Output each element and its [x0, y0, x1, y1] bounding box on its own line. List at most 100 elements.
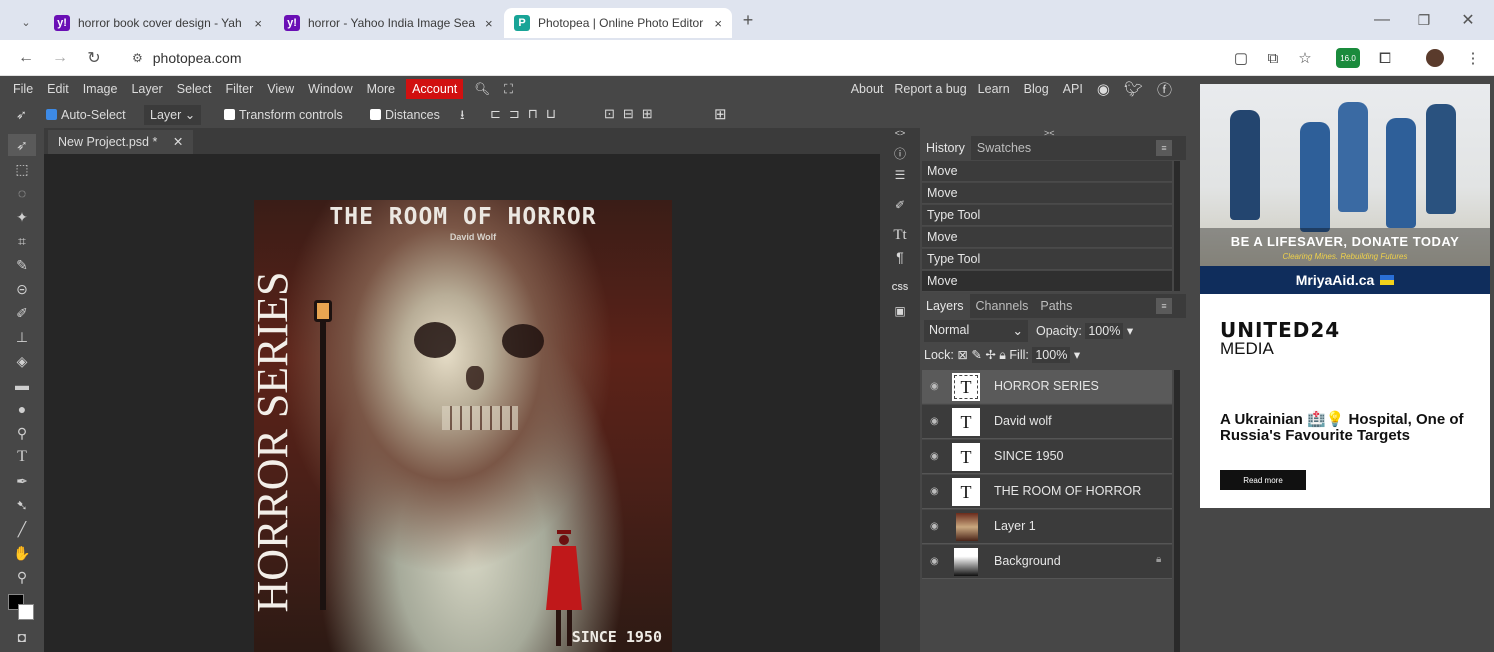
document-tab[interactable]: New Project.psd * ✕	[48, 130, 194, 154]
reload-icon[interactable]: ↻	[82, 46, 106, 70]
lock-all-icon[interactable]: 🔒︎	[999, 348, 1006, 362]
align-icons[interactable]: ⊏⊐⊓⊔	[490, 106, 564, 122]
layer-row[interactable]: ◉ T HORROR SERIES	[922, 370, 1172, 404]
lock-transparency-icon[interactable]: ⊠	[957, 348, 967, 362]
line-tool-icon[interactable]: ╱	[8, 518, 36, 540]
close-tab-icon[interactable]: ×	[475, 16, 493, 31]
facebook-icon[interactable]: ⓕ	[1150, 79, 1186, 100]
lock-position-icon[interactable]: ✢	[985, 348, 995, 362]
distances-checkbox[interactable]: Distances	[370, 108, 440, 122]
opacity-value[interactable]: 100%	[1085, 323, 1124, 339]
auto-select-checkbox[interactable]: Auto-Select	[46, 108, 126, 122]
browser-tab-3-active[interactable]: P Photopea | Online Photo Editor ×	[504, 8, 732, 38]
menu-view[interactable]: View	[260, 82, 301, 96]
menu-select[interactable]: Select	[170, 82, 219, 96]
move-tool-icon[interactable]: ➶	[8, 134, 36, 156]
opacity-control[interactable]: Opacity: 100% ▾	[1036, 323, 1133, 339]
menu-image[interactable]: Image	[76, 82, 125, 96]
back-arrow-icon[interactable]: ←	[14, 46, 38, 70]
extensions-puzzle-icon[interactable]: ⧠	[1374, 48, 1396, 68]
auto-select-mode-dropdown[interactable]: Layer ⌄	[144, 105, 202, 125]
lasso-tool-icon[interactable]: ◌	[8, 182, 36, 204]
menu-report-bug[interactable]: Report a bug	[890, 82, 970, 96]
restore-icon[interactable]: ❐	[1412, 8, 1436, 32]
cover-since-text[interactable]: SINCE 1950	[254, 628, 662, 646]
cover-series-text[interactable]: HORROR SERIES	[254, 233, 303, 651]
cover-title-text[interactable]: THE ROOM OF HORROR	[254, 204, 672, 230]
menu-learn[interactable]: Learn	[971, 82, 1017, 96]
crop-tool-icon[interactable]: ⌗	[8, 230, 36, 252]
tab-swatches[interactable]: Swatches	[971, 141, 1037, 155]
adjustments-icon[interactable]: ☰	[888, 164, 912, 186]
layers-scrollbar[interactable]	[1174, 370, 1180, 652]
reddit-icon[interactable]: ◉	[1090, 80, 1117, 98]
tab-paths[interactable]: Paths	[1034, 299, 1078, 313]
stamp-tool-icon[interactable]: ⊥	[8, 326, 36, 348]
window-close-icon[interactable]: ✕	[1456, 8, 1480, 32]
account-button[interactable]: Account	[406, 79, 464, 99]
lock-pixels-icon[interactable]: ✎	[971, 348, 981, 362]
transform-controls-checkbox[interactable]: Transform controls	[224, 108, 343, 122]
menu-layer[interactable]: Layer	[124, 82, 169, 96]
eye-icon[interactable]: ◉	[930, 416, 942, 427]
blur-tool-icon[interactable]: ●	[8, 398, 36, 420]
close-tab-icon[interactable]: ×	[244, 16, 262, 31]
grid-icon[interactable]: ⊞	[714, 105, 727, 123]
new-tab-button[interactable]: +	[736, 8, 760, 32]
tab-history[interactable]: History	[920, 136, 971, 160]
healing-tool-icon[interactable]: ⊝	[8, 278, 36, 300]
quick-mask-icon[interactable]: ◘	[8, 626, 36, 648]
ad-site-bar[interactable]: MriyaAid.ca	[1200, 266, 1490, 294]
eyedropper-tool-icon[interactable]: ✎	[8, 254, 36, 276]
history-item[interactable]: Move	[922, 161, 1172, 182]
layer-row[interactable]: ◉ T SINCE 1950	[922, 440, 1172, 474]
history-scrollbar[interactable]	[1174, 161, 1180, 291]
site-info-icon[interactable]: ⚙	[132, 51, 143, 65]
css-icon[interactable]: CSS	[888, 276, 912, 298]
layer-row[interactable]: ◉ T THE ROOM OF HORROR	[922, 475, 1172, 509]
layer-row[interactable]: ◉ Background 🔒︎	[922, 545, 1172, 579]
forward-arrow-icon[interactable]: →	[48, 46, 72, 70]
canvas-area[interactable]: THE ROOM OF HORROR David Wolf HORROR SER…	[44, 154, 880, 652]
hand-tool-icon[interactable]: ✋	[8, 542, 36, 564]
eye-icon[interactable]: ◉	[930, 556, 942, 567]
tab-channels[interactable]: Channels	[970, 299, 1035, 313]
opacity-dropdown-icon[interactable]: ▾	[1127, 324, 1133, 338]
eye-icon[interactable]: ◉	[930, 521, 942, 532]
fill-value[interactable]: 100%	[1032, 347, 1071, 363]
zoom-tool-icon[interactable]: ⚲	[8, 566, 36, 588]
layer-row[interactable]: ◉ Layer 1	[922, 510, 1172, 544]
eraser-tool-icon[interactable]: ◈	[8, 350, 36, 372]
history-item[interactable]: Type Tool	[922, 205, 1172, 226]
character-icon[interactable]: Tt	[888, 224, 912, 246]
close-tab-icon[interactable]: ×	[704, 16, 722, 31]
panel-menu-icon[interactable]: ≡	[1156, 298, 1172, 314]
ad-headline[interactable]: A Ukrainian 🏥💡 Hospital, One of Russia's…	[1220, 412, 1470, 444]
cover-author-text[interactable]: David Wolf	[254, 232, 672, 242]
distribute-icons[interactable]: ⊡⊟⊞	[604, 106, 661, 122]
menu-api[interactable]: API	[1056, 82, 1090, 96]
eye-icon[interactable]: ◉	[930, 451, 942, 462]
menu-blog[interactable]: Blog	[1017, 82, 1056, 96]
minimize-icon[interactable]: —	[1370, 8, 1394, 32]
twitter-icon[interactable]: 🐦︎	[1117, 80, 1150, 98]
tab-search-chevron-icon[interactable]: ⌄	[14, 10, 38, 34]
browser-menu-icon[interactable]: ⋮	[1462, 48, 1484, 68]
extension-badge-icon[interactable]: 16.0	[1336, 48, 1360, 68]
menu-filter[interactable]: Filter	[218, 82, 260, 96]
clipboard-icon[interactable]: ▢	[1230, 48, 1252, 68]
bookmark-star-icon[interactable]: ☆	[1294, 48, 1316, 68]
magic-wand-tool-icon[interactable]: ✦	[8, 206, 36, 228]
menu-window[interactable]: Window	[301, 82, 359, 96]
ad-photo-deminers[interactable]: BE A LIFESAVER, DONATE TODAY Clearing Mi…	[1200, 84, 1490, 270]
read-more-button[interactable]: Read more	[1220, 470, 1306, 490]
paragraph-icon[interactable]: ¶	[888, 246, 912, 268]
history-item-current[interactable]: Move	[922, 271, 1172, 292]
info-icon[interactable]: ⓘ	[888, 142, 912, 164]
browser-tab-2[interactable]: y! horror - Yahoo India Image Sea ×	[274, 8, 502, 38]
menu-about[interactable]: About	[844, 82, 891, 96]
download-icon[interactable]: ⭳	[460, 106, 465, 128]
tab-layers[interactable]: Layers	[920, 294, 970, 318]
search-icon[interactable]: 🔍︎	[467, 82, 497, 97]
pen-tool-icon[interactable]: ✒	[8, 470, 36, 492]
